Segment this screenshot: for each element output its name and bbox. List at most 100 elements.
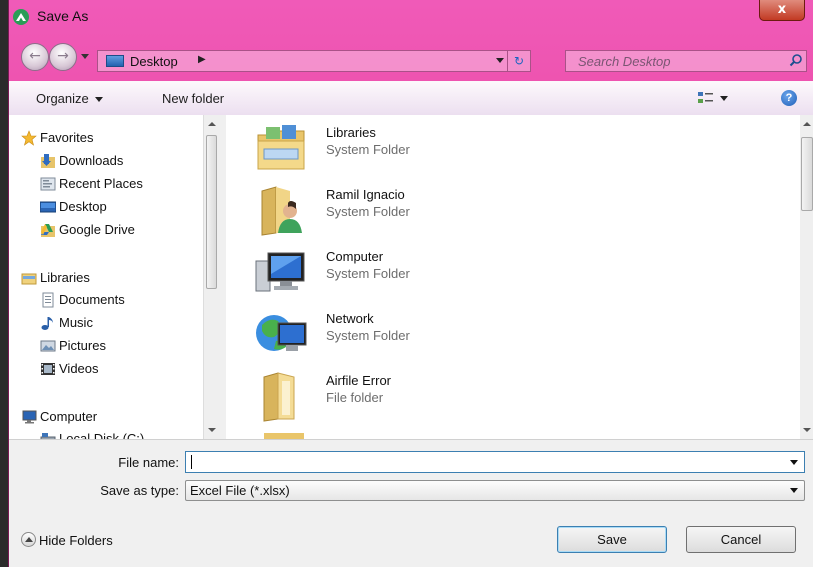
search-input[interactable]: Search Desktop <box>565 50 807 72</box>
hide-folders-label: Hide Folders <box>39 533 113 548</box>
scroll-up-icon[interactable] <box>208 122 216 126</box>
scrollbar-thumb[interactable] <box>206 135 217 289</box>
nav-item-label: Pictures <box>59 338 106 353</box>
text-cursor <box>191 455 192 469</box>
nav-item-label: Computer <box>40 409 98 424</box>
file-name: Airfile Error <box>326 373 392 388</box>
file-type: System Folder <box>326 142 410 157</box>
hide-folders-button[interactable]: Hide Folders <box>21 532 113 548</box>
refresh-button[interactable]: ↻ <box>507 51 530 71</box>
music-icon <box>41 317 53 330</box>
nav-item-label: Recent Places <box>59 176 143 191</box>
nav-item-recent-places[interactable]: Recent Places <box>40 174 143 194</box>
file-type: System Folder <box>326 266 410 281</box>
file-name: Network <box>326 311 374 326</box>
title-bar: Save As x <box>9 0 813 40</box>
search-placeholder: Search Desktop <box>578 54 671 69</box>
scrollbar-thumb[interactable] <box>801 137 813 211</box>
address-dropdown-icon[interactable] <box>496 58 504 63</box>
documents-icon <box>42 292 54 308</box>
nav-item-label: Music <box>59 315 93 330</box>
nav-item-libraries[interactable]: Libraries <box>21 268 90 288</box>
new-folder-button[interactable]: New folder <box>162 91 224 106</box>
search-icon[interactable] <box>788 53 804 69</box>
file-item-network[interactable]: Network System Folder <box>254 307 534 363</box>
address-bar[interactable]: Desktop ▶ ↻ <box>97 50 531 72</box>
computer-icon <box>255 252 305 292</box>
navigation-bar: ← → Desktop ▶ ↻ Search Desktop <box>9 40 813 80</box>
file-name: Ramil Ignacio <box>326 187 405 202</box>
chevron-down-icon[interactable] <box>790 460 798 465</box>
back-button[interactable]: ← <box>21 43 49 71</box>
nav-item-documents[interactable]: Documents <box>42 290 125 310</box>
help-button[interactable]: ? <box>781 90 797 106</box>
google-drive-icon <box>41 224 55 237</box>
file-name: Computer <box>326 249 384 264</box>
nav-item-pictures[interactable]: Pictures <box>40 336 106 356</box>
file-item-computer[interactable]: Computer System Folder <box>254 245 534 301</box>
forward-button[interactable]: → <box>49 43 77 71</box>
organize-button[interactable]: Organize <box>36 91 103 106</box>
network-icon <box>256 315 307 351</box>
desktop-icon <box>106 55 124 67</box>
nav-item-videos[interactable]: Videos <box>41 359 99 379</box>
user-folder-icon <box>261 186 302 236</box>
recent-locations-dropdown[interactable] <box>81 54 89 59</box>
libraries-icon <box>21 273 37 285</box>
command-bar: Organize New folder ? <box>9 81 813 116</box>
file-type: System Folder <box>326 204 410 219</box>
nav-item-local-disk[interactable]: Local Disk (C:) <box>40 429 145 439</box>
nav-item-google-drive[interactable]: Google Drive <box>41 220 135 240</box>
nav-item-desktop[interactable]: Desktop <box>40 197 107 217</box>
nav-item-label: Desktop <box>59 199 107 214</box>
save-as-type-label: Save as type: <box>100 483 179 498</box>
folder-icon <box>263 372 295 422</box>
app-logo-icon <box>13 9 29 25</box>
breadcrumb-arrow-icon[interactable]: ▶ <box>198 54 206 65</box>
downloads-folder-icon <box>41 154 55 168</box>
file-type: System Folder <box>326 328 410 343</box>
scroll-up-icon[interactable] <box>803 122 811 126</box>
file-item-airfile-error[interactable]: Airfile Error File folder <box>254 369 534 425</box>
save-button[interactable]: Save <box>557 526 667 553</box>
star-icon <box>21 130 37 146</box>
collapse-icon <box>21 532 36 547</box>
desktop-icon <box>40 201 56 213</box>
chevron-down-icon[interactable] <box>790 488 798 493</box>
address-location[interactable]: Desktop <box>130 54 178 69</box>
local-disk-icon <box>40 433 56 439</box>
nav-item-music[interactable]: Music <box>41 313 93 333</box>
nav-item-label: Google Drive <box>59 222 135 237</box>
close-button[interactable]: x <box>759 0 805 21</box>
save-as-type-select[interactable]: Excel File (*.xlsx) <box>185 480 805 501</box>
nav-item-label: Libraries <box>40 270 90 285</box>
scroll-down-icon[interactable] <box>208 428 216 432</box>
file-list-scrollbar[interactable] <box>800 115 813 439</box>
nav-item-label: Favorites <box>40 130 94 145</box>
pictures-icon <box>40 340 56 352</box>
view-dropdown-icon <box>720 96 728 101</box>
navigation-scrollbar[interactable] <box>203 115 220 439</box>
cancel-button[interactable]: Cancel <box>686 526 796 553</box>
change-view-button[interactable] <box>698 91 736 107</box>
file-item-ramil-ignacio[interactable]: Ramil Ignacio System Folder <box>254 183 534 239</box>
navigation-pane: Favorites Downloads Recent Places Deskto… <box>9 115 215 439</box>
nav-item-label: Downloads <box>59 153 124 168</box>
videos-icon <box>41 363 55 375</box>
nav-item-label: Local Disk (C:) <box>59 431 145 439</box>
scroll-down-icon[interactable] <box>803 428 811 432</box>
save-options-panel: File name: Save as type: Excel File (*.x… <box>9 439 813 567</box>
file-type: File folder <box>326 390 384 405</box>
file-list: Libraries System Folder Ramil Ignacio Sy… <box>226 115 801 439</box>
file-name-label: File name: <box>118 455 179 470</box>
file-item-libraries[interactable]: Libraries System Folder <box>254 121 534 177</box>
save-as-dialog: Save As x ← → Desktop ▶ ↻ Search Desktop… <box>8 0 813 567</box>
nav-item-label: Videos <box>59 361 99 376</box>
nav-item-label: Documents <box>59 292 125 307</box>
libraries-folder-icon <box>257 125 305 170</box>
nav-item-computer[interactable]: Computer <box>22 407 98 427</box>
save-as-type-value: Excel File (*.xlsx) <box>190 483 290 498</box>
nav-item-downloads[interactable]: Downloads <box>41 151 124 171</box>
file-name-input[interactable] <box>185 451 805 473</box>
nav-item-favorites[interactable]: Favorites <box>21 128 94 148</box>
